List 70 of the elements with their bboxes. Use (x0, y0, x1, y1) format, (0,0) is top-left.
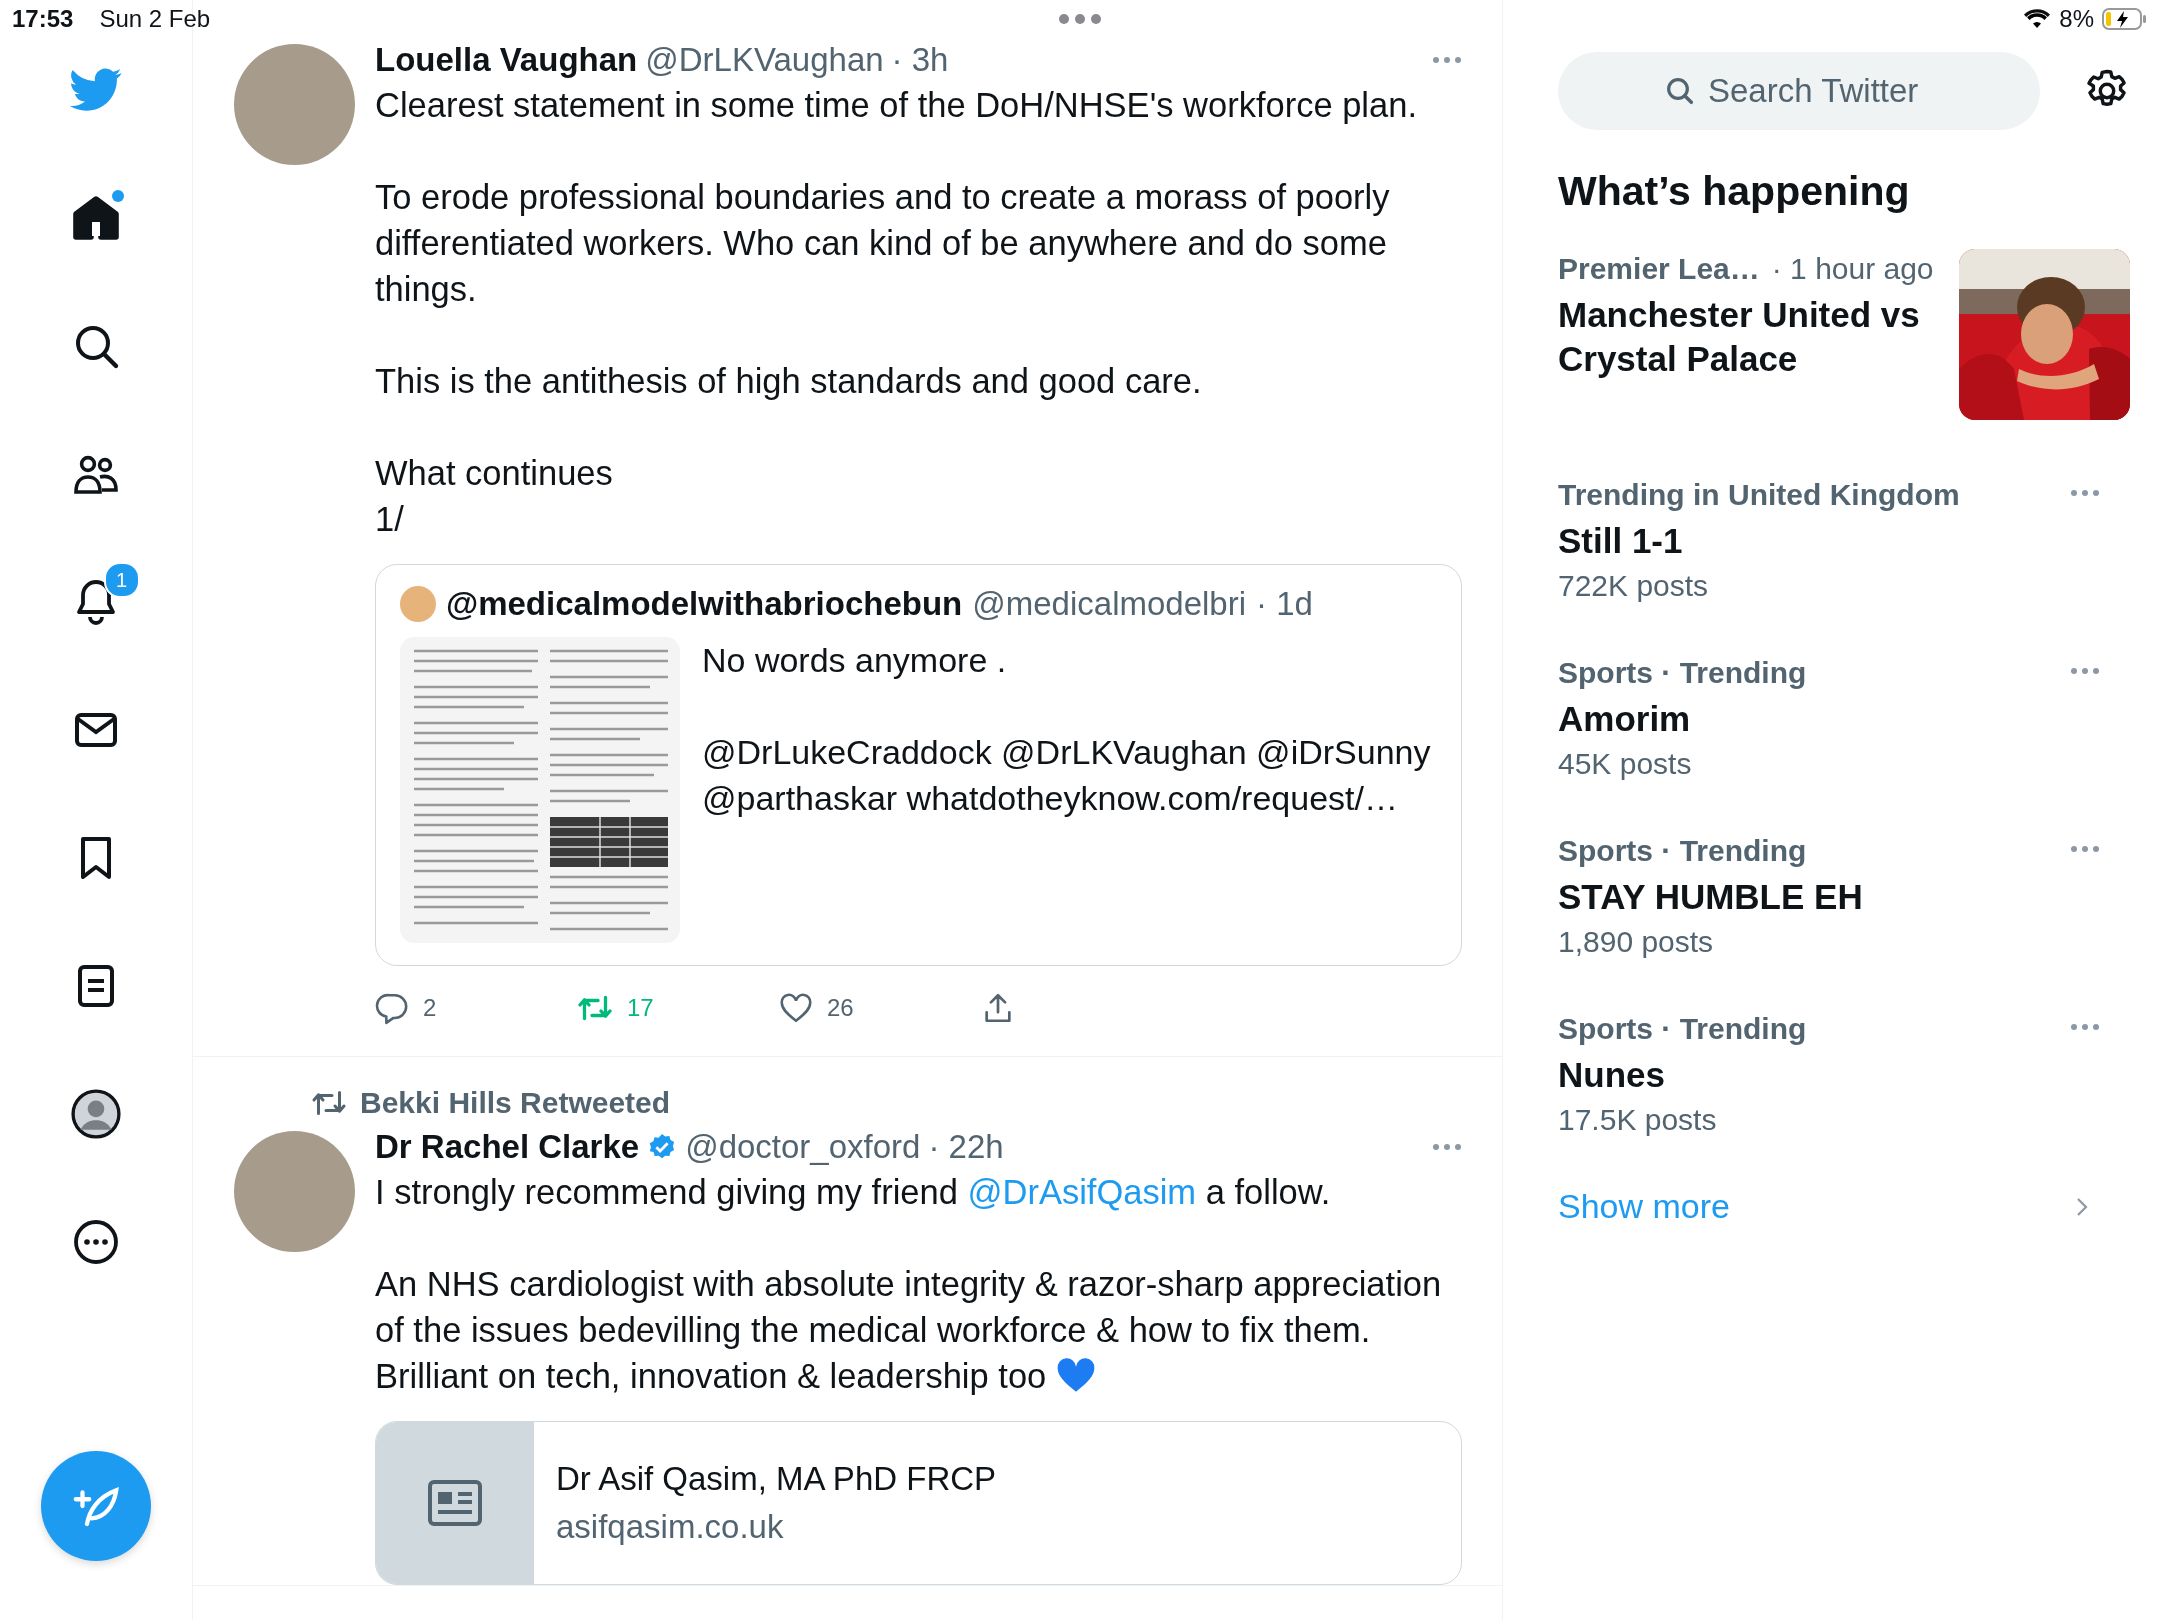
trend-title: STAY HUMBLE EH (1558, 876, 1864, 918)
avatar (400, 586, 436, 622)
author-name[interactable]: Louella Vaughan (375, 41, 638, 79)
link-card[interactable]: Dr Asif Qasim, MA PhD FRCP asifqasim.co.uk (375, 1421, 1462, 1585)
reply-button[interactable]: 2 (375, 991, 577, 1025)
author-name[interactable]: Dr Rachel Clarke (375, 1128, 640, 1166)
card-title: Dr Asif Qasim, MA PhD FRCP (556, 1460, 997, 1498)
heart-emoji-icon (1055, 1356, 1096, 1394)
battery-percent: 8% (2059, 5, 2094, 33)
more-options-icon[interactable] (1432, 56, 1462, 64)
wifi-icon (2023, 8, 2052, 30)
trend-item[interactable]: Trending in United Kingdom Still 1-1 722K posts (1558, 475, 2130, 653)
tweet-text: I strongly recommend giving my friend @DrAsifQasim a follow. (375, 1172, 1332, 1213)
trend-category: Sports · Trending (1558, 833, 1807, 869)
battery-icon (2102, 8, 2148, 30)
like-button[interactable]: 26 (779, 992, 981, 1024)
more-options-icon[interactable] (1432, 1143, 1462, 1151)
tweet-text: What continues 1/ (375, 453, 614, 540)
more-options-icon[interactable] (2070, 845, 2100, 853)
card-domain: asifqasim.co.uk (556, 1508, 785, 1546)
more-options-icon[interactable] (2070, 667, 2100, 675)
speech-bubble-icon (375, 991, 409, 1025)
tweet-text: To erode professional boundaries and to create a morass of poorly differentiated workers. Who can kind of be anywhere and do some things. (375, 177, 1391, 310)
search-field[interactable]: Search Twitter (1558, 52, 2040, 130)
status-time: 17:53 (12, 5, 74, 33)
trend-category: Trending in United Kingdom (1558, 477, 1960, 513)
notification-count: 1 (103, 562, 140, 598)
post-count: 45K posts (1558, 746, 1693, 782)
retweet-icon (310, 1088, 348, 1118)
trend-item[interactable]: Sports · Trending STAY HUMBLE EH 1,890 posts (1558, 831, 2130, 1009)
article-icon (428, 1480, 482, 1526)
trend-item[interactable]: Sports · Trending Nunes 17.5K posts (1558, 1009, 2130, 1187)
heart-icon (779, 992, 813, 1024)
trend-category: Premier Lea… (1558, 251, 1760, 287)
tweet-text: An NHS cardiologist with absolute integrity & razor-sharp appreciation of the issues bedevilling the medical workforce & how to fix them. Brilliant on tech, innovation & leadership too (375, 1264, 1443, 1397)
section-heading: What’s happening (1558, 168, 1911, 215)
quoted-tweet[interactable]: @medicalmodelwithabriochebun @medicalmodelbri · 1d No words anymore . @DrLukeCraddock @DrLKVaughan @iDrSunny @parthaskar whatdotheyknow.com/request/… (375, 564, 1462, 966)
tweet-time: · 22h (928, 1128, 1004, 1166)
quoted-author-name: @medicalmodelwithabriochebun (446, 585, 963, 623)
more-dots-icon[interactable] (1058, 13, 1102, 25)
more-nav-button[interactable] (72, 1218, 120, 1266)
bird-logo-icon[interactable] (69, 68, 123, 112)
author-handle[interactable]: @doctor_oxford (685, 1128, 921, 1166)
home-nav-button[interactable] (72, 194, 120, 242)
trend-item[interactable]: Premier Lea… · 1 hour ago Manchester United vs Crystal Palace (1558, 249, 2130, 475)
tweet-time: · 3h (891, 41, 949, 79)
post-count: 17.5K posts (1558, 1102, 1718, 1138)
post-count: 722K posts (1558, 568, 1710, 604)
trend-category: Sports · Trending (1558, 655, 1807, 691)
status-date: Sun 2 Feb (99, 5, 211, 33)
trend-category: Sports · Trending (1558, 1011, 1807, 1047)
tweet-text: Clearest statement in some time of the DoH/NHSE's workforce plan. (375, 85, 1418, 126)
tweet-text: This is the antithesis of high standards and good care. (375, 361, 1203, 402)
trend-title: Still 1-1 (1558, 520, 1684, 562)
trend-title: Nunes (1558, 1054, 1666, 1096)
quoted-tweet-time: · 1d (1256, 585, 1313, 623)
quoted-tweet-text: No words anymore . (702, 640, 1008, 681)
post-count: 1,890 posts (1558, 924, 1715, 960)
trend-title: Amorim (1558, 698, 1692, 740)
more-options-icon[interactable] (2070, 1023, 2100, 1031)
more-options-icon[interactable] (2070, 489, 2100, 497)
retweeted-by-label[interactable]: Bekki Hills Retweeted (360, 1086, 671, 1120)
author-handle[interactable]: @DrLKVaughan (645, 41, 884, 79)
quoted-tweet-text: @DrLukeCraddock @DrLKVaughan @iDrSunny @parthaskar whatdotheyknow.com/request/… (702, 732, 1431, 819)
search-icon (1664, 75, 1696, 107)
trend-item[interactable]: Sports · Trending Amorim 45K posts (1558, 653, 2130, 831)
quoted-author-handle: @medicalmodelbri (972, 585, 1247, 623)
trend-title: Manchester United vs Crystal Palace (1558, 294, 1921, 380)
profile-nav-button[interactable] (71, 1089, 121, 1139)
trend-time: · 1 hour ago (1771, 251, 1934, 287)
